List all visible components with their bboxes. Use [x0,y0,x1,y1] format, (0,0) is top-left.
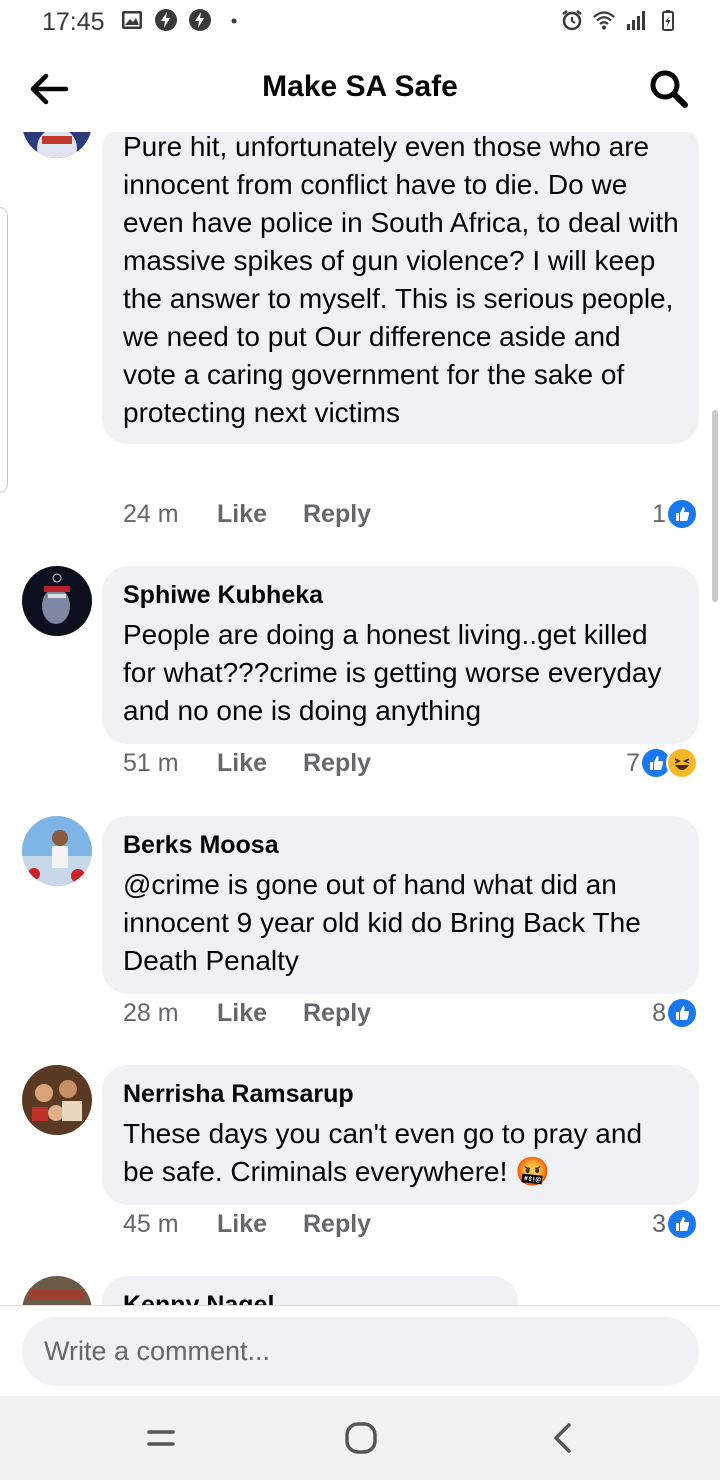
comment-bubble: Berks Moosa @crime is gone out of hand w… [102,816,699,994]
dot-icon [231,18,237,24]
comment-bubble: Sphiwe Kubheka People are doing a honest… [102,566,699,744]
like-reaction-icon [666,498,698,530]
back-icon[interactable] [544,1418,584,1458]
comment-bubble: Pure hit, unfortunately even those who a… [102,132,699,444]
avatar[interactable] [22,566,92,636]
comment-time: 24 m [123,500,179,528]
avatar[interactable] [22,132,92,158]
comment-author[interactable]: Sphiwe Kubheka [123,580,679,610]
reply-button[interactable]: Reply [303,1210,371,1239]
like-reaction-icon [666,1208,698,1240]
comment-meta: 51 m Like Reply [123,749,371,778]
reaction-count: 7 [626,748,640,777]
comment-time: 51 m [123,749,179,777]
avatar[interactable] [22,816,92,886]
comment-meta: 45 m Like Reply [123,1210,371,1239]
app-header: Make SA Safe [0,46,720,132]
comment-time: 45 m [123,1210,179,1238]
reactions-summary[interactable]: 1 [652,498,698,530]
reactions-summary[interactable]: 3 [652,1208,698,1240]
comment-text: These days you can't even go to pray and… [123,1118,643,1187]
comment-text: Pure hit, unfortunately even those who a… [123,132,679,428]
reaction-count: 1 [652,499,666,528]
reply-button[interactable]: Reply [303,749,371,778]
comment-bubble: Kenny Nagel [102,1276,518,1305]
comment-input[interactable] [22,1317,699,1386]
avatar[interactable] [22,1276,92,1305]
like-button[interactable]: Like [217,500,303,529]
scrollbar-thumb[interactable] [712,410,718,602]
side-panel-edge [0,207,8,493]
wifi-icon [593,11,615,30]
comment-text: People are doing a honest living..get ki… [123,619,662,726]
screen: 17:45 Make SA Safe Pure hit, unfortunate… [0,0,720,1480]
like-button[interactable]: Like [217,1210,303,1239]
avatar[interactable] [22,1065,92,1135]
comment-text: @crime is gone out of hand what did an i… [123,869,641,976]
comment-bubble: Nerrisha Ramsarup These days you can't e… [102,1065,699,1205]
battery-icon [662,10,674,31]
like-reaction-icon [666,997,698,1029]
bolt-icon [155,9,177,31]
alarm-icon [562,10,582,31]
status-icons-right [560,8,680,32]
signal-icon [627,11,645,30]
comment-meta: 24 m Like Reply [123,500,371,529]
home-icon[interactable] [341,1418,381,1458]
reactions-summary[interactable]: 8 [652,997,698,1029]
status-icons-left [120,8,246,32]
recent-apps-icon[interactable] [141,1418,181,1458]
reply-button[interactable]: Reply [303,999,371,1028]
like-button[interactable]: Like [217,999,303,1028]
page-title: Make SA Safe [262,70,458,103]
comment-time: 28 m [123,999,179,1027]
status-bar: 17:45 [0,0,720,46]
comments-list[interactable]: Pure hit, unfortunately even those who a… [0,132,720,1305]
reactions-summary[interactable]: 7 [626,747,698,779]
comment-author[interactable]: Berks Moosa [123,830,679,860]
reaction-count: 8 [652,998,666,1027]
comment-meta: 28 m Like Reply [123,999,371,1028]
gallery-icon [122,11,142,29]
comment-author[interactable]: Nerrisha Ramsarup [123,1079,679,1109]
system-nav-bar [0,1396,720,1480]
reply-button[interactable]: Reply [303,500,371,529]
status-time: 17:45 [42,8,105,36]
search-icon[interactable] [646,66,692,112]
haha-reaction-icon [666,747,698,779]
reaction-count: 3 [652,1209,666,1238]
bolt-icon [189,9,211,31]
like-button[interactable]: Like [217,749,303,778]
comment-composer [0,1305,720,1396]
comment-author[interactable]: Kenny Nagel [123,1290,498,1305]
